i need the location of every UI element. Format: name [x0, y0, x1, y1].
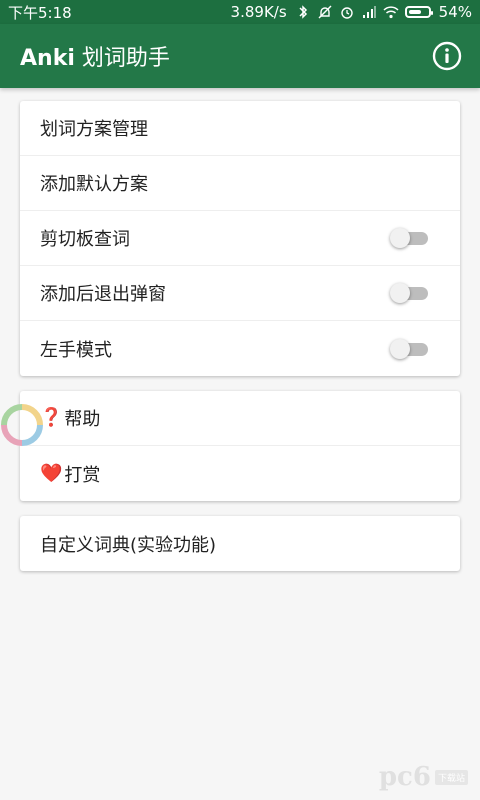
- watermark-logo: pc6: [378, 762, 431, 792]
- bluetooth-icon: [299, 5, 307, 19]
- network-speed: 3.89K/s: [230, 3, 287, 21]
- help-label: ❓ 帮助: [40, 405, 100, 431]
- app-title: Anki 划词助手: [20, 40, 170, 72]
- info-circle-icon: [432, 41, 462, 71]
- menu-item-add-default-scheme[interactable]: 添加默认方案: [20, 156, 460, 211]
- menu-item-donate[interactable]: ❤️ 打赏: [20, 446, 460, 501]
- wifi-icon: [383, 6, 399, 19]
- menu-item-label: 帮助: [64, 409, 101, 430]
- menu-item-label: 划词方案管理: [40, 119, 148, 140]
- setting-left-hand-mode: 左手模式: [20, 321, 460, 376]
- help-card: ❓ 帮助 ❤️ 打赏: [20, 391, 460, 501]
- toggle-thumb: [390, 228, 410, 248]
- setting-label: 添加后退出弹窗: [40, 284, 166, 305]
- menu-item-help[interactable]: ❓ 帮助: [20, 391, 460, 446]
- app-brand: Anki: [20, 46, 75, 71]
- toggle-thumb: [390, 283, 410, 303]
- watermark-tag: 下载站: [434, 769, 468, 785]
- setting-label: 剪切板查词: [40, 229, 130, 250]
- info-button[interactable]: [432, 41, 462, 71]
- alarm-icon: [340, 7, 353, 19]
- status-right: 3.89K/s 54%: [231, 3, 472, 21]
- battery-fill: [408, 10, 421, 14]
- battery-percent: 54%: [438, 3, 472, 21]
- menu-item-label: 添加默认方案: [40, 174, 148, 195]
- app-title-text: 划词助手: [74, 46, 170, 71]
- app-bar: Anki 划词助手: [0, 24, 480, 88]
- setting-label: 左手模式: [40, 339, 112, 361]
- heart-icon: ❤️: [40, 462, 63, 484]
- setting-exit-after-add: 添加后退出弹窗: [20, 266, 460, 321]
- menu-item-custom-dictionary[interactable]: 自定义词典(实验功能): [20, 516, 460, 571]
- toggle-thumb: [390, 338, 410, 359]
- menu-item-label: 打赏: [64, 464, 101, 486]
- floating-ring-icon[interactable]: [0, 403, 44, 447]
- battery-icon: [404, 6, 433, 18]
- notification-off-icon: [318, 5, 332, 19]
- settings-card: 划词方案管理 添加默认方案 剪切板查词 添加后退出弹窗 左手模式: [20, 101, 460, 376]
- menu-item-label: 自定义词典(实验功能): [40, 534, 217, 556]
- exit-after-add-toggle[interactable]: [390, 283, 428, 303]
- status-icons: [295, 4, 433, 20]
- signal-icon: [362, 6, 376, 18]
- watermark: pc6 下载站: [379, 762, 468, 792]
- status-bar: 下午5:18 3.89K/s 54%: [0, 0, 480, 24]
- menu-item-scheme-manage[interactable]: 划词方案管理: [20, 101, 460, 156]
- clipboard-lookup-toggle[interactable]: [390, 228, 428, 248]
- setting-clipboard-lookup: 剪切板查词: [20, 211, 460, 266]
- dictionary-card: 自定义词典(实验功能): [20, 516, 460, 571]
- donate-label: ❤️ 打赏: [40, 461, 100, 487]
- status-time: 下午5:18: [8, 3, 72, 22]
- left-hand-mode-toggle[interactable]: [390, 338, 428, 359]
